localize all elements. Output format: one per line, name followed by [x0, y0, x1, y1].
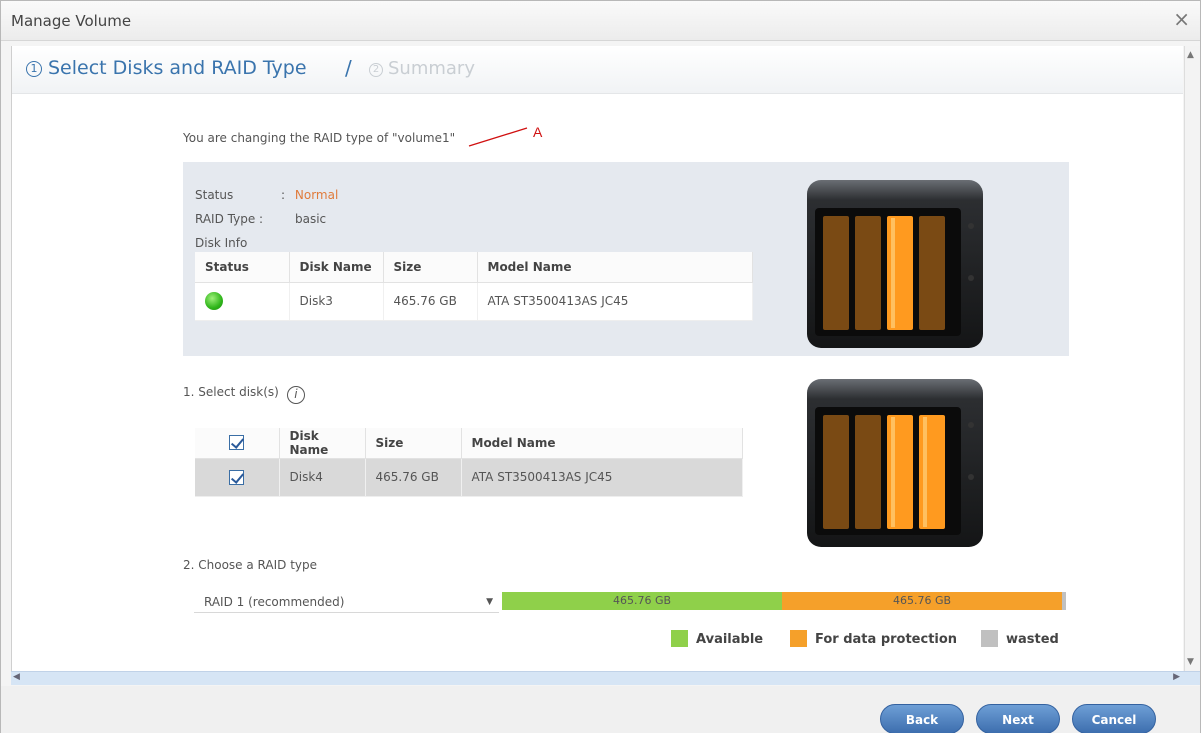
disk-info-label: Disk Info	[195, 236, 248, 250]
legend-wasted-label: wasted	[1006, 632, 1059, 647]
intro-text: You are changing the RAID type of "volum…	[183, 131, 456, 145]
legend-available-label: Available	[696, 632, 764, 647]
select-disk-table: Disk Name Size Model Name Disk4 465.76 G…	[195, 428, 743, 497]
col-disk-name: Disk Name	[279, 428, 366, 459]
dialog-footer: Back Next Cancel	[1, 686, 1200, 733]
step-bar: 1 Select Disks and RAID Type / 2 Summary	[12, 46, 1183, 94]
raid-type-label: RAID Type :	[195, 212, 264, 226]
table-row[interactable]: Disk4 465.76 GB ATA ST3500413AS JC45	[195, 458, 743, 497]
col-model-name: Model Name	[477, 252, 753, 283]
back-button[interactable]: Back	[880, 704, 964, 733]
legend-protection-swatch	[790, 630, 807, 647]
raid-type-title: 2. Choose a RAID type	[183, 558, 318, 572]
vertical-scrollbar[interactable]: ▲ ▼	[1184, 46, 1200, 671]
status-cell	[195, 282, 290, 321]
scroll-right-icon[interactable]: ▶	[1173, 672, 1180, 682]
scroll-left-icon[interactable]: ◀	[13, 672, 20, 682]
scroll-down-icon[interactable]: ▼	[1187, 657, 1194, 667]
dialog-content: 1 Select Disks and RAID Type / 2 Summary A…	[11, 46, 1183, 671]
disk-checkbox[interactable]	[229, 469, 245, 485]
step-1-number: 1	[26, 61, 42, 77]
capacity-available-value: 465.76 GB	[612, 594, 672, 607]
capacity-available-segment: 465.76 GB	[502, 592, 782, 610]
nas-device-image-selected	[807, 379, 983, 547]
model-cell: ATA ST3500413AS JC45	[461, 458, 743, 497]
cancel-button[interactable]: Cancel	[1072, 704, 1156, 733]
size-cell: 465.76 GB	[365, 458, 462, 497]
table-row: Disk3 465.76 GB ATA ST3500413AS JC45	[195, 282, 753, 321]
col-disk-name: Disk Name	[289, 252, 384, 283]
manage-volume-dialog: Manage Volume × 1 Select Disks and RAID T…	[0, 0, 1201, 733]
col-size: Size	[365, 428, 462, 459]
col-size: Size	[383, 252, 478, 283]
legend-available: Available	[671, 630, 763, 647]
row-select-cell	[195, 458, 280, 497]
nas-device-image-current	[807, 180, 983, 348]
annotation-label: A	[533, 124, 543, 140]
info-icon[interactable]: i	[286, 386, 305, 404]
capacity-protection-value: 465.76 GB	[892, 594, 952, 607]
horizontal-scrollbar[interactable]: ◀ ▶	[11, 671, 1200, 685]
close-icon[interactable]: ×	[1173, 9, 1190, 29]
col-status: Status	[195, 252, 290, 283]
disk-name-cell: Disk4	[279, 458, 366, 497]
step-1-select-disks: 1 Select Disks and RAID Type	[26, 57, 307, 79]
table-header-row: Disk Name Size Model Name	[195, 428, 743, 459]
current-disk-table: Status Disk Name Size Model Name Disk3 4…	[195, 252, 753, 321]
raid-type-select[interactable]: RAID 1 (recommended) ▼	[194, 591, 499, 613]
legend-protection: For data protection	[790, 630, 957, 647]
status-value: Normal	[294, 188, 339, 202]
capacity-bar: 465.76 GB 465.76 GB	[502, 592, 1066, 610]
step-1-label: Select Disks and RAID Type	[48, 57, 307, 79]
dropdown-arrow-icon[interactable]: ▼	[486, 591, 493, 613]
table-header-row: Status Disk Name Size Model Name	[195, 252, 753, 283]
model-cell: ATA ST3500413AS JC45	[477, 282, 753, 321]
select-disks-title: 1. Select disk(s) i	[183, 385, 305, 404]
legend-protection-label: For data protection	[815, 632, 958, 647]
step-2-number: 2	[369, 63, 383, 77]
status-ok-icon	[205, 292, 223, 310]
size-cell: 465.76 GB	[383, 282, 478, 321]
select-all-checkbox[interactable]	[229, 435, 245, 451]
select-disks-label: 1. Select disk(s)	[183, 385, 279, 399]
dialog-title: Manage Volume	[11, 12, 132, 30]
status-row: Status: Normal	[195, 188, 338, 202]
raid-type-value: basic	[295, 212, 327, 226]
step-separator: /	[345, 56, 352, 80]
scroll-up-icon[interactable]: ▲	[1187, 50, 1194, 60]
legend-wasted-swatch	[981, 630, 998, 647]
disk-name-cell: Disk3	[289, 282, 384, 321]
next-button[interactable]: Next	[976, 704, 1060, 733]
col-model-name: Model Name	[461, 428, 743, 459]
step-2-label: Summary	[388, 58, 475, 79]
raid-type-selected-value: RAID 1 (recommended)	[204, 595, 345, 609]
status-separator: :	[281, 188, 286, 202]
raid-type-row: RAID Type : basic	[195, 212, 326, 226]
step-2-summary: 2 Summary	[369, 58, 475, 79]
legend-available-swatch	[671, 630, 688, 647]
capacity-wasted-segment	[1062, 592, 1066, 610]
select-all-cell	[195, 428, 280, 459]
status-label: Status	[195, 188, 234, 202]
dialog-titlebar: Manage Volume ×	[1, 1, 1200, 41]
legend-wasted: wasted	[981, 630, 1059, 647]
capacity-protection-segment: 465.76 GB	[782, 592, 1062, 610]
annotation-pointer-line	[468, 127, 528, 147]
